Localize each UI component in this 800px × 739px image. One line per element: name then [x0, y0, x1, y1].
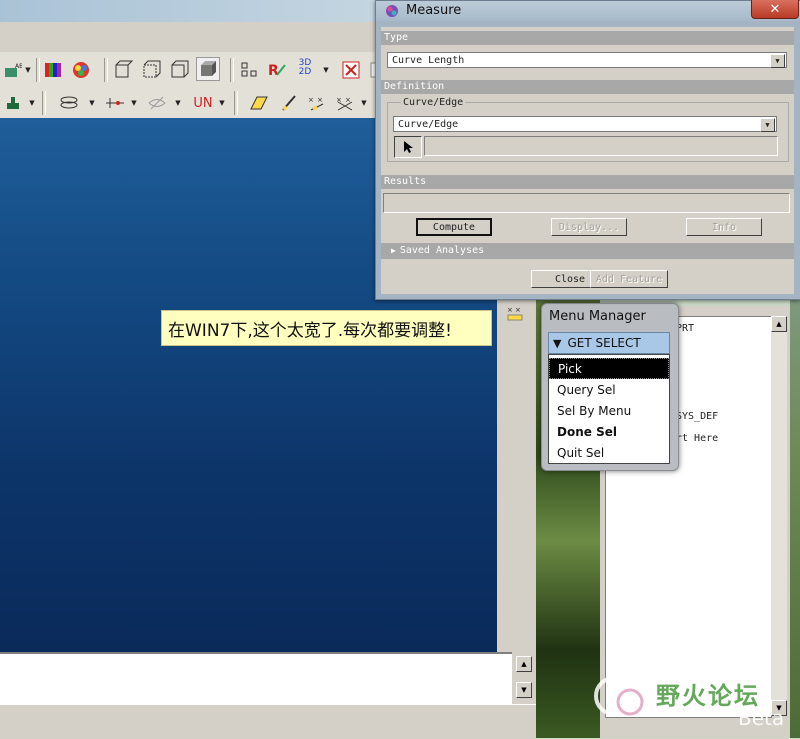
curve-edge-dropdown[interactable]: Curve/Edge ▼	[393, 116, 777, 132]
close-window-icon[interactable]	[340, 59, 362, 81]
datum-points-icon[interactable]	[238, 59, 260, 81]
datum-toolbar: ▼ ▼ ▼ ▼ UN ▼ × × × × ▼	[0, 88, 380, 119]
menu-manager: Menu Manager ▼ GET SELECT Pick Query Sel…	[541, 303, 679, 471]
regenerate-icon[interactable]: R	[266, 59, 288, 81]
toolbar-separator	[36, 58, 40, 82]
wireframe-icon[interactable]	[140, 59, 162, 81]
reference-collector[interactable]	[424, 136, 778, 156]
menu-list: Pick Query Sel Sel By Menu Done Sel Quit…	[548, 354, 670, 464]
appearance-gallery-icon[interactable]	[70, 59, 92, 81]
curve-edge-group-label: Curve/Edge	[401, 97, 466, 108]
svg-text:×: ×	[515, 306, 521, 314]
menu-item-pick[interactable]: Pick	[549, 358, 669, 379]
toolbar-separator	[234, 91, 238, 115]
menu-item-query-sel[interactable]: Query Sel	[549, 379, 669, 400]
tooltip: 在WIN7下,这个太宽了.每次都要调整!	[161, 310, 492, 346]
sketch-icon[interactable]	[2, 92, 24, 114]
section-type: Type	[381, 31, 794, 45]
tree-item[interactable]: rt Here	[676, 433, 718, 444]
message-area	[0, 652, 512, 706]
datum-axis-icon[interactable]	[104, 92, 126, 114]
view-toolbar: AB ▼ R 3D 2D ▼	[0, 52, 384, 89]
datum-point-tool-icon[interactable]: × ×	[306, 92, 328, 114]
svg-text:×: ×	[507, 306, 513, 314]
forum-logo	[592, 672, 652, 724]
chevron-down-icon[interactable]: ▼	[28, 92, 36, 114]
section-definition: Definition	[381, 80, 794, 94]
menu-item-done-sel[interactable]: Done Sel	[549, 421, 669, 442]
axis-display-icon[interactable]: × ×	[505, 304, 525, 322]
datum-axis-tool-icon[interactable]	[278, 92, 300, 114]
compute-button[interactable]: Compute	[416, 218, 492, 236]
chevron-down-icon[interactable]: ▼	[322, 59, 330, 81]
datum-plane-icon[interactable]	[58, 92, 80, 114]
3d-2d-icon[interactable]: 3D 2D	[294, 57, 316, 79]
chevron-down-icon[interactable]: ▼	[770, 54, 785, 68]
chevron-down-icon[interactable]: ▼	[218, 92, 226, 114]
units-button[interactable]: UN	[190, 92, 216, 114]
svg-text:×: ×	[317, 96, 323, 104]
section-results: Results	[381, 175, 794, 189]
svg-text:AB: AB	[15, 63, 22, 70]
layer-icon[interactable]: AB	[2, 59, 24, 81]
type-dropdown[interactable]: Curve Length ▼	[387, 52, 787, 68]
add-feature-button[interactable]: Add Feature	[590, 270, 668, 288]
tree-item[interactable]: SYS_DEF	[676, 411, 718, 422]
scroll-up-icon[interactable]: ▲	[771, 316, 787, 332]
select-arrow-button[interactable]	[394, 136, 422, 158]
scroll-up-icon[interactable]: ▲	[516, 656, 532, 672]
saved-analyses-row[interactable]: ▶ Saved Analyses	[381, 243, 794, 259]
results-field	[383, 193, 790, 213]
menu-manager-title: Menu Manager	[549, 309, 646, 324]
triangle-down-icon: ▼	[553, 336, 562, 350]
menu-item-sel-by-menu[interactable]: Sel By Menu	[549, 400, 669, 421]
triangle-right-icon: ▶	[391, 246, 396, 255]
coordinate-system-tool-icon[interactable]: × ×	[334, 92, 356, 114]
menu-header-get-select[interactable]: ▼ GET SELECT	[548, 332, 670, 354]
menu-item-quit-sel[interactable]: Quit Sel	[549, 442, 669, 463]
status-bar	[0, 704, 536, 739]
svg-text:×: ×	[308, 96, 314, 104]
shading-icon[interactable]	[196, 57, 220, 81]
toolbar-separator	[230, 58, 234, 82]
datum-plane-tool-icon[interactable]	[248, 92, 270, 114]
watermark-badge: Beta	[738, 706, 785, 730]
dialog-title: Measure	[406, 3, 462, 18]
scroll-down-icon[interactable]: ▼	[516, 682, 532, 698]
color-appearance-icon[interactable]	[42, 59, 64, 81]
toolbar-separator	[104, 58, 108, 82]
chevron-down-icon[interactable]: ▼	[88, 92, 96, 114]
dialog-body: Type Curve Length ▼ Definition Curve/Edg…	[381, 27, 794, 294]
view-orient-icon[interactable]	[112, 59, 134, 81]
svg-text:R: R	[268, 63, 279, 79]
info-button[interactable]: Info	[686, 218, 762, 236]
chevron-down-icon[interactable]: ▼	[24, 59, 32, 81]
chevron-down-icon[interactable]: ▼	[130, 92, 138, 114]
chevron-down-icon[interactable]: ▼	[360, 92, 368, 114]
display-button[interactable]: Display...	[551, 218, 627, 236]
hide-icon[interactable]	[146, 92, 168, 114]
cursor-arrow-icon	[404, 141, 413, 153]
model-tree-scrollbar[interactable]: ▲ ▼	[771, 316, 787, 716]
toolbar-separator	[42, 91, 46, 115]
close-icon[interactable]: ✕	[751, 0, 799, 19]
measure-app-icon	[384, 3, 400, 23]
chevron-down-icon[interactable]: ▼	[174, 92, 182, 114]
message-scrollbar[interactable]: ▲ ▼	[512, 652, 536, 704]
measure-dialog: Measure ✕ Type Curve Length ▼ Definition…	[375, 0, 800, 300]
chevron-down-icon[interactable]: ▼	[760, 118, 775, 132]
hidden-line-icon[interactable]	[168, 59, 190, 81]
